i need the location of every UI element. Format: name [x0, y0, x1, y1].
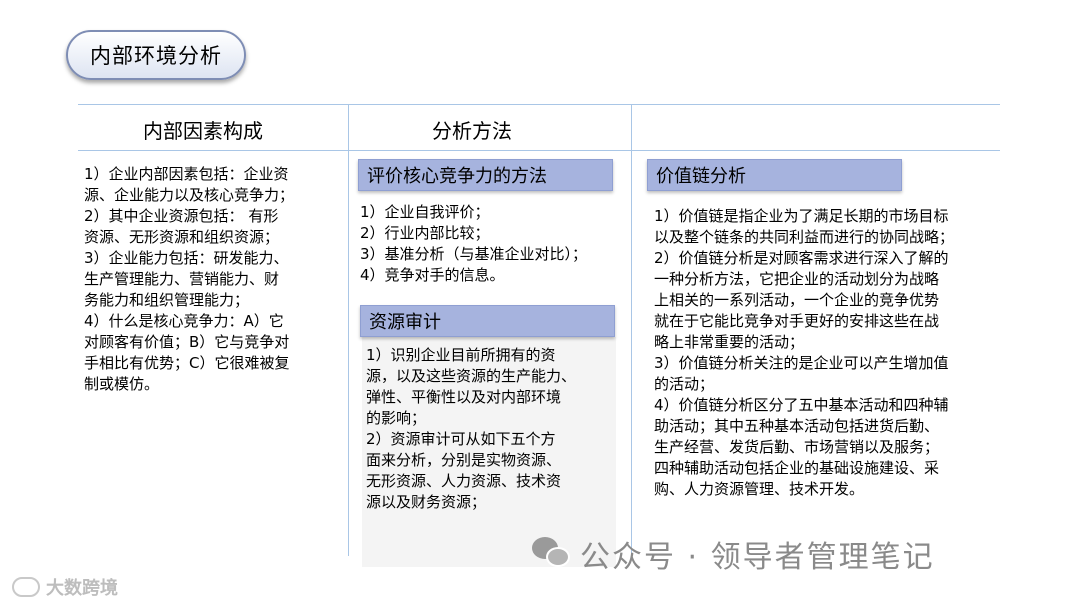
- text-line: 生产经营、发货后勤、市场营销以及服务；: [654, 438, 940, 456]
- list-item: 3）基准分析（与基准企业对比）；: [360, 245, 588, 263]
- list-item: 1）企业自我评价；: [360, 203, 490, 221]
- value-chain-text: 1）价值链是指企业为了满足长期的市场目标 以及整个链条的共同利益而进行的协同战略…: [654, 206, 998, 500]
- text-line: 略上非常重要的活动；: [654, 333, 805, 351]
- text-line: 上相关的一系列活动，一个企业的竞争优势: [654, 291, 940, 309]
- text-line: 助活动；其中五种基本活动包括进货后勤、: [654, 417, 940, 435]
- text-line: 源以及财务资源；: [366, 493, 487, 511]
- text-line: 购、人力资源管理、技术开发。: [654, 480, 865, 498]
- value-chain-heading: 价值链分析: [647, 159, 902, 191]
- column-divider-right: [631, 104, 632, 556]
- text-line: 生产管理能力、营销能力、财: [84, 270, 280, 288]
- text-line: 3）价值链分析关注的是企业可以产生增加值: [654, 354, 949, 372]
- text-line: 4）什么是核心竞争力：A）它: [84, 312, 284, 330]
- header-analysis-methods: 分析方法: [432, 119, 512, 143]
- wechat-icon: [532, 537, 572, 571]
- text-line: 以及整个链条的共同利益而进行的协同战略；: [654, 228, 955, 246]
- table-top-rule: [78, 104, 1000, 105]
- text-line: 制或模仿。: [84, 375, 160, 393]
- text-line: 四种辅助活动包括企业的基础设施建设、采: [654, 459, 940, 477]
- text-line: 手相比有优势；C）它很难被复: [84, 354, 290, 372]
- text-line: 就在于它能比竞争对手更好的安排这些在战: [654, 312, 940, 330]
- text-line: 弹性、平衡性以及对内部环境: [366, 388, 562, 406]
- core-method-list: 1）企业自我评价； 2）行业内部比较； 3）基准分析（与基准企业对比）； 4）竞…: [360, 202, 628, 286]
- text-line: 一种分析方法，它把企业的活动划分为战略: [654, 270, 940, 288]
- logo-icon: [12, 577, 40, 597]
- resource-audit-text: 1）识别企业目前所拥有的资 源，以及这些资源的生产能力、 弹性、平衡性以及对内部…: [366, 345, 616, 513]
- core-method-heading: 评价核心竞争力的方法: [358, 159, 613, 191]
- text-line: 2）其中企业资源包括： 有形: [84, 207, 279, 225]
- corner-logo: 大数跨境: [12, 574, 118, 600]
- text-line: 源，以及这些资源的生产能力、: [366, 367, 577, 385]
- text-line: 2）价值链分析是对顾客需求进行深入了解的: [654, 249, 949, 267]
- header-internal-factors: 内部因素构成: [143, 119, 263, 143]
- corner-logo-text: 大数跨境: [46, 578, 118, 599]
- text-line: 源、企业能力以及核心竞争力；: [84, 186, 295, 204]
- text-line: 对顾客有价值；B）它与竞争对: [84, 333, 290, 351]
- text-line: 1）识别企业目前所拥有的资: [366, 346, 556, 364]
- table-header-rule: [78, 150, 1000, 151]
- text-line: 面来分析，分别是实物资源、: [366, 451, 562, 469]
- text-line: 的活动；: [654, 375, 715, 393]
- text-line: 1）企业内部因素包括：企业资: [84, 165, 289, 183]
- list-item: 2）行业内部比较；: [360, 224, 490, 242]
- text-line: 资源、无形资源和组织资源；: [84, 228, 280, 246]
- text-line: 的影响；: [366, 409, 427, 427]
- internal-factors-text: 1）企业内部因素包括：企业资 源、企业能力以及核心竞争力； 2）其中企业资源包括…: [84, 164, 344, 395]
- text-line: 4）价值链分析区分了五中基本活动和四种辅: [654, 396, 949, 414]
- text-line: 1）价值链是指企业为了满足长期的市场目标: [654, 207, 949, 225]
- wechat-watermark-text: 公众号 · 领导者管理笔记: [580, 540, 935, 575]
- text-line: 2）资源审计可从如下五个方: [366, 430, 556, 448]
- column-divider-left: [348, 104, 349, 556]
- list-item: 4）竞争对手的信息。: [360, 266, 505, 284]
- text-line: 无形资源、人力资源、技术资: [366, 472, 562, 490]
- text-line: 务能力和组织管理能力；: [84, 291, 250, 309]
- wechat-watermark: 公众号 · 领导者管理笔记: [532, 532, 935, 576]
- text-line: 3）企业能力包括：研发能力、: [84, 249, 289, 267]
- resource-audit-heading: 资源审计: [360, 305, 615, 337]
- page-title: 内部环境分析: [66, 30, 246, 80]
